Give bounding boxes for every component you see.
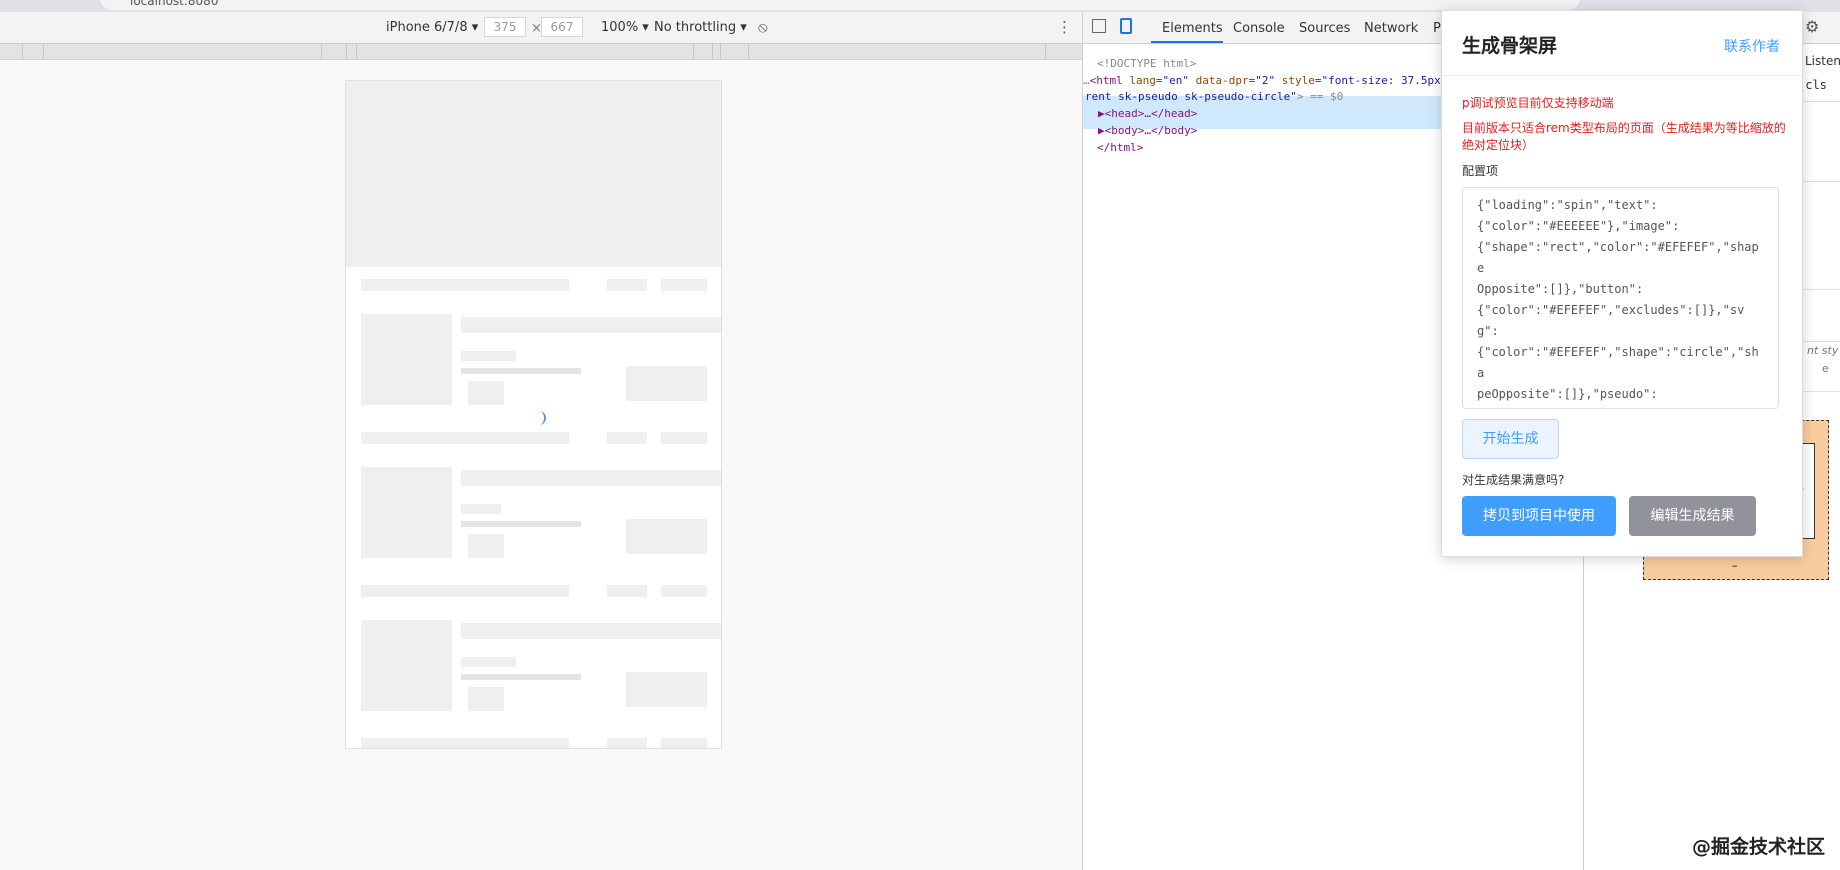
skeleton-text-line [607,585,647,597]
skeleton-phone-preview [345,80,722,749]
dom-html-node-continued[interactable]: rent sk-pseudo sk-pseudo-circle"> == $0 [1085,89,1343,106]
media-query-bar[interactable] [0,44,1082,60]
skeleton-text-line [661,279,707,291]
skeleton-image [361,467,452,558]
skeleton-image [361,314,452,405]
skeleton-text-line [607,738,647,748]
skeleton-banner [346,81,721,267]
skeleton-text-line [361,738,569,748]
satisfaction-question: 对生成结果满意吗? [1462,473,1565,487]
skeleton-text-line [361,279,569,291]
device-select[interactable]: iPhone 6/7/8 ▾ [386,20,478,35]
skeleton-text-line [607,279,647,291]
skeleton-button [626,366,707,401]
dom-html-close: </html> [1097,141,1144,154]
address-bar-url[interactable]: localhost:8080 [130,0,218,8]
throttling-select[interactable]: No throttling ▾ [654,20,747,35]
copy-to-project-button[interactable]: 拷贝到项目中使用 [1462,496,1616,536]
tab-elements[interactable]: Elements [1162,21,1223,36]
skeleton-text-line [661,432,707,444]
contact-author-link[interactable]: 联系作者 [1724,36,1780,56]
skeleton-text-line [661,585,707,597]
viewport-width-input[interactable]: 375 [484,17,526,37]
skeleton-image [361,620,452,711]
skeleton-text-line [461,521,581,527]
popup-divider [1442,75,1802,76]
edit-result-button[interactable]: 编辑生成结果 [1629,496,1756,536]
skeleton-button [468,381,504,405]
event-listeners-tab[interactable]: Listene [1805,54,1840,68]
loading-spinner-icon [532,411,546,425]
popup-title: 生成骨架屏 [1462,35,1558,57]
dom-html-node[interactable]: …<html lang="en" data-dpr="2" style="fon… [1083,73,1441,90]
skeleton-text-line [607,432,647,444]
device-viewport [0,60,1082,870]
config-label: 配置项 [1462,164,1499,178]
settings-icon[interactable]: ⚙ [1805,17,1819,36]
skeleton-text-line [361,585,569,597]
skeleton-button [468,534,504,558]
skeleton-text-line [461,351,516,361]
rotate-icon[interactable]: ⦸ [758,18,768,36]
box-model-marker: – [1732,559,1738,572]
dom-body-node[interactable]: ▶<body>…</body> [1098,123,1197,140]
styles-fragment-text: nt sty [1807,344,1839,357]
skeleton-text-line [461,368,581,374]
skeleton-text-line [461,623,721,639]
skeleton-generator-popup: 生成骨架屏 联系作者 p调试预览目前仅支持移动端 目前版本只适合rem类型布局的… [1441,10,1803,557]
address-bar[interactable] [100,0,1580,10]
skeleton-text-line [361,432,569,444]
tab-sources[interactable]: Sources [1299,21,1350,36]
dom-head-node[interactable]: ▶<head>…</head> [1098,106,1197,123]
skeleton-text-line [461,504,501,514]
active-tab-indicator [1151,41,1223,43]
skeleton-button [626,519,707,554]
config-textarea[interactable]: {"loading":"spin","text": {"color":"#EEE… [1462,187,1779,409]
skeleton-text-line [661,738,707,748]
skeleton-text-line [461,657,516,667]
inspect-element-icon[interactable] [1092,19,1106,33]
tab-network[interactable]: Network [1364,21,1418,36]
viewport-height-input[interactable]: 667 [541,17,583,37]
skeleton-text-line [461,470,721,486]
styles-fragment-text: e [1822,362,1829,375]
device-toggle-icon[interactable] [1120,18,1132,34]
tab-console[interactable]: Console [1233,21,1285,36]
device-toolbar: iPhone 6/7/8 ▾ 375 × 667 100% ▾ No throt… [0,12,1082,44]
skeleton-text-line [461,674,581,680]
start-generate-button[interactable]: 开始生成 [1462,419,1559,459]
rem-layout-warning: 目前版本只适合rem类型布局的页面（生成结果为等比缩放的绝对定位块） [1462,121,1786,152]
more-options-icon[interactable]: ⋮ [1057,18,1072,36]
skeleton-text-line [461,317,721,333]
skeleton-button [626,672,707,707]
zoom-select[interactable]: 100% ▾ [601,20,649,35]
dom-doctype: <!DOCTYPE html> [1097,57,1197,70]
watermark: @掘金技术社区 [1692,836,1826,858]
skeleton-button [468,687,504,711]
mobile-only-warning: p调试预览目前仅支持移动端 [1462,96,1614,110]
